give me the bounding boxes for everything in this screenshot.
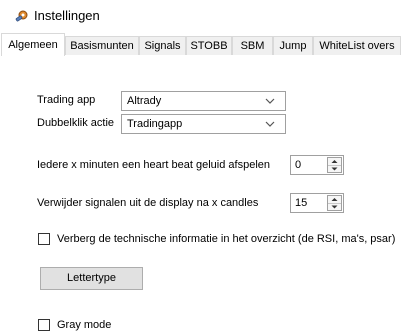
- heartbeat-input[interactable]: [295, 159, 319, 171]
- arrow-up-icon[interactable]: [328, 158, 341, 165]
- remove-signals-stepper[interactable]: [290, 193, 344, 213]
- hide-technical-checkbox[interactable]: [38, 233, 50, 245]
- heartbeat-label: Iedere x minuten een heart beat geluid a…: [37, 159, 270, 171]
- double-click-dropdown[interactable]: Tradingapp: [121, 114, 286, 134]
- arrow-up-icon[interactable]: [328, 196, 341, 203]
- window-title: Instellingen: [34, 8, 100, 23]
- arrow-down-icon[interactable]: [328, 165, 341, 173]
- trading-app-label: Trading app: [37, 94, 96, 106]
- double-click-label: Dubbelklik actie: [37, 117, 115, 129]
- remove-signals-spin-buttons[interactable]: [327, 195, 342, 211]
- gear-wrench-icon: [15, 10, 28, 22]
- gray-mode-checkbox[interactable]: [38, 319, 50, 331]
- general-settings-panel: Trading app Altrady Dubbelklik actie Tra…: [0, 55, 401, 333]
- font-button[interactable]: Lettertype: [40, 267, 143, 290]
- arrow-down-icon[interactable]: [328, 203, 341, 211]
- trading-app-dropdown[interactable]: Altrady: [121, 91, 286, 111]
- remove-signals-label: Verwijder signalen uit de display na x c…: [37, 197, 259, 209]
- chevron-down-icon: [265, 121, 275, 127]
- chevron-down-icon: [265, 98, 275, 104]
- remove-signals-input[interactable]: [295, 197, 319, 209]
- tab-sbm[interactable]: SBM: [232, 36, 273, 55]
- tab-signals[interactable]: Signals: [139, 36, 186, 55]
- double-click-value: Tradingapp: [127, 118, 183, 130]
- trading-app-value: Altrady: [127, 95, 162, 107]
- tab-whitelist[interactable]: WhiteList overs: [313, 36, 401, 55]
- tab-stobb[interactable]: STOBB: [186, 36, 232, 55]
- heartbeat-spin-buttons[interactable]: [327, 157, 342, 173]
- gray-mode-label: Gray mode: [57, 319, 112, 331]
- tab-algemeen[interactable]: Algemeen: [1, 33, 65, 56]
- heartbeat-stepper[interactable]: [290, 155, 344, 175]
- tab-jump[interactable]: Jump: [273, 36, 313, 55]
- tab-basismunten[interactable]: Basismunten: [65, 36, 139, 55]
- title-bar: Instellingen: [0, 0, 401, 33]
- hide-technical-label: Verberg de technische informatie in het …: [57, 233, 396, 245]
- tab-strip: Algemeen Basismunten Signals STOBB SBM J…: [0, 33, 401, 56]
